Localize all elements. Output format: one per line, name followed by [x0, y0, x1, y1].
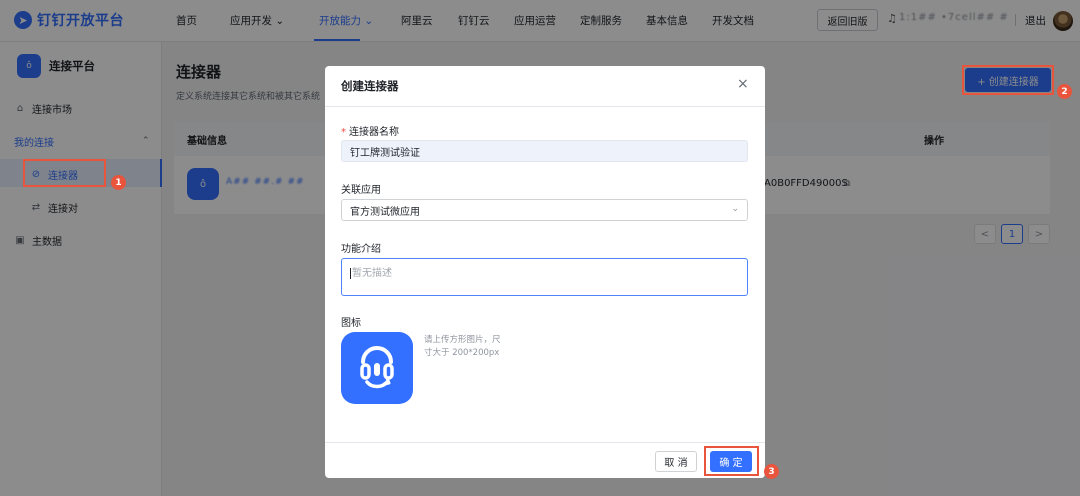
intro-placeholder: 暂无描述: [352, 268, 392, 279]
related-app-value: 官方测试微应用: [350, 206, 420, 218]
create-connector-dialog: 创建连接器 × * 连接器名称 钉工牌测试验证 关联应用 官方测试微应用 ⌄ 功能…: [325, 66, 765, 478]
field-label-icon: 图标: [341, 318, 361, 329]
related-app-select[interactable]: 官方测试微应用 ⌄: [341, 199, 748, 221]
annotation-box-2: [962, 65, 1054, 95]
text-cursor: [350, 267, 351, 279]
divider: [325, 442, 765, 443]
annotation-box-1: [23, 159, 106, 187]
icon-hint-line-1: 请上传方形图片，尺: [424, 335, 501, 345]
intro-textarea[interactable]: 暂无描述: [341, 258, 748, 296]
field-label-text: 连接器名称: [349, 127, 399, 138]
divider: [325, 106, 765, 107]
dialog-title: 创建连接器: [341, 79, 399, 93]
field-label-app: 关联应用: [341, 185, 381, 196]
close-icon[interactable]: ×: [737, 76, 749, 92]
cancel-button[interactable]: 取 消: [655, 451, 697, 472]
headset-icon: [360, 346, 394, 389]
icon-upload-hint: 请上传方形图片，尺 寸大于 200*200px: [424, 334, 501, 360]
annotation-badge-2: 2: [1057, 84, 1072, 99]
annotation-box-3: [704, 446, 759, 476]
annotation-badge-3: 3: [764, 464, 779, 479]
field-label-intro: 功能介绍: [341, 244, 381, 255]
required-marker: *: [341, 127, 346, 138]
icon-hint-line-2: 寸大于 200*200px: [424, 348, 500, 358]
annotation-badge-1: 1: [111, 175, 126, 190]
chevron-down-icon: ⌄: [731, 204, 739, 214]
connector-icon-upload[interactable]: [341, 332, 413, 404]
connector-name-input[interactable]: 钉工牌测试验证: [341, 140, 748, 162]
field-label-name: * 连接器名称: [341, 123, 399, 138]
